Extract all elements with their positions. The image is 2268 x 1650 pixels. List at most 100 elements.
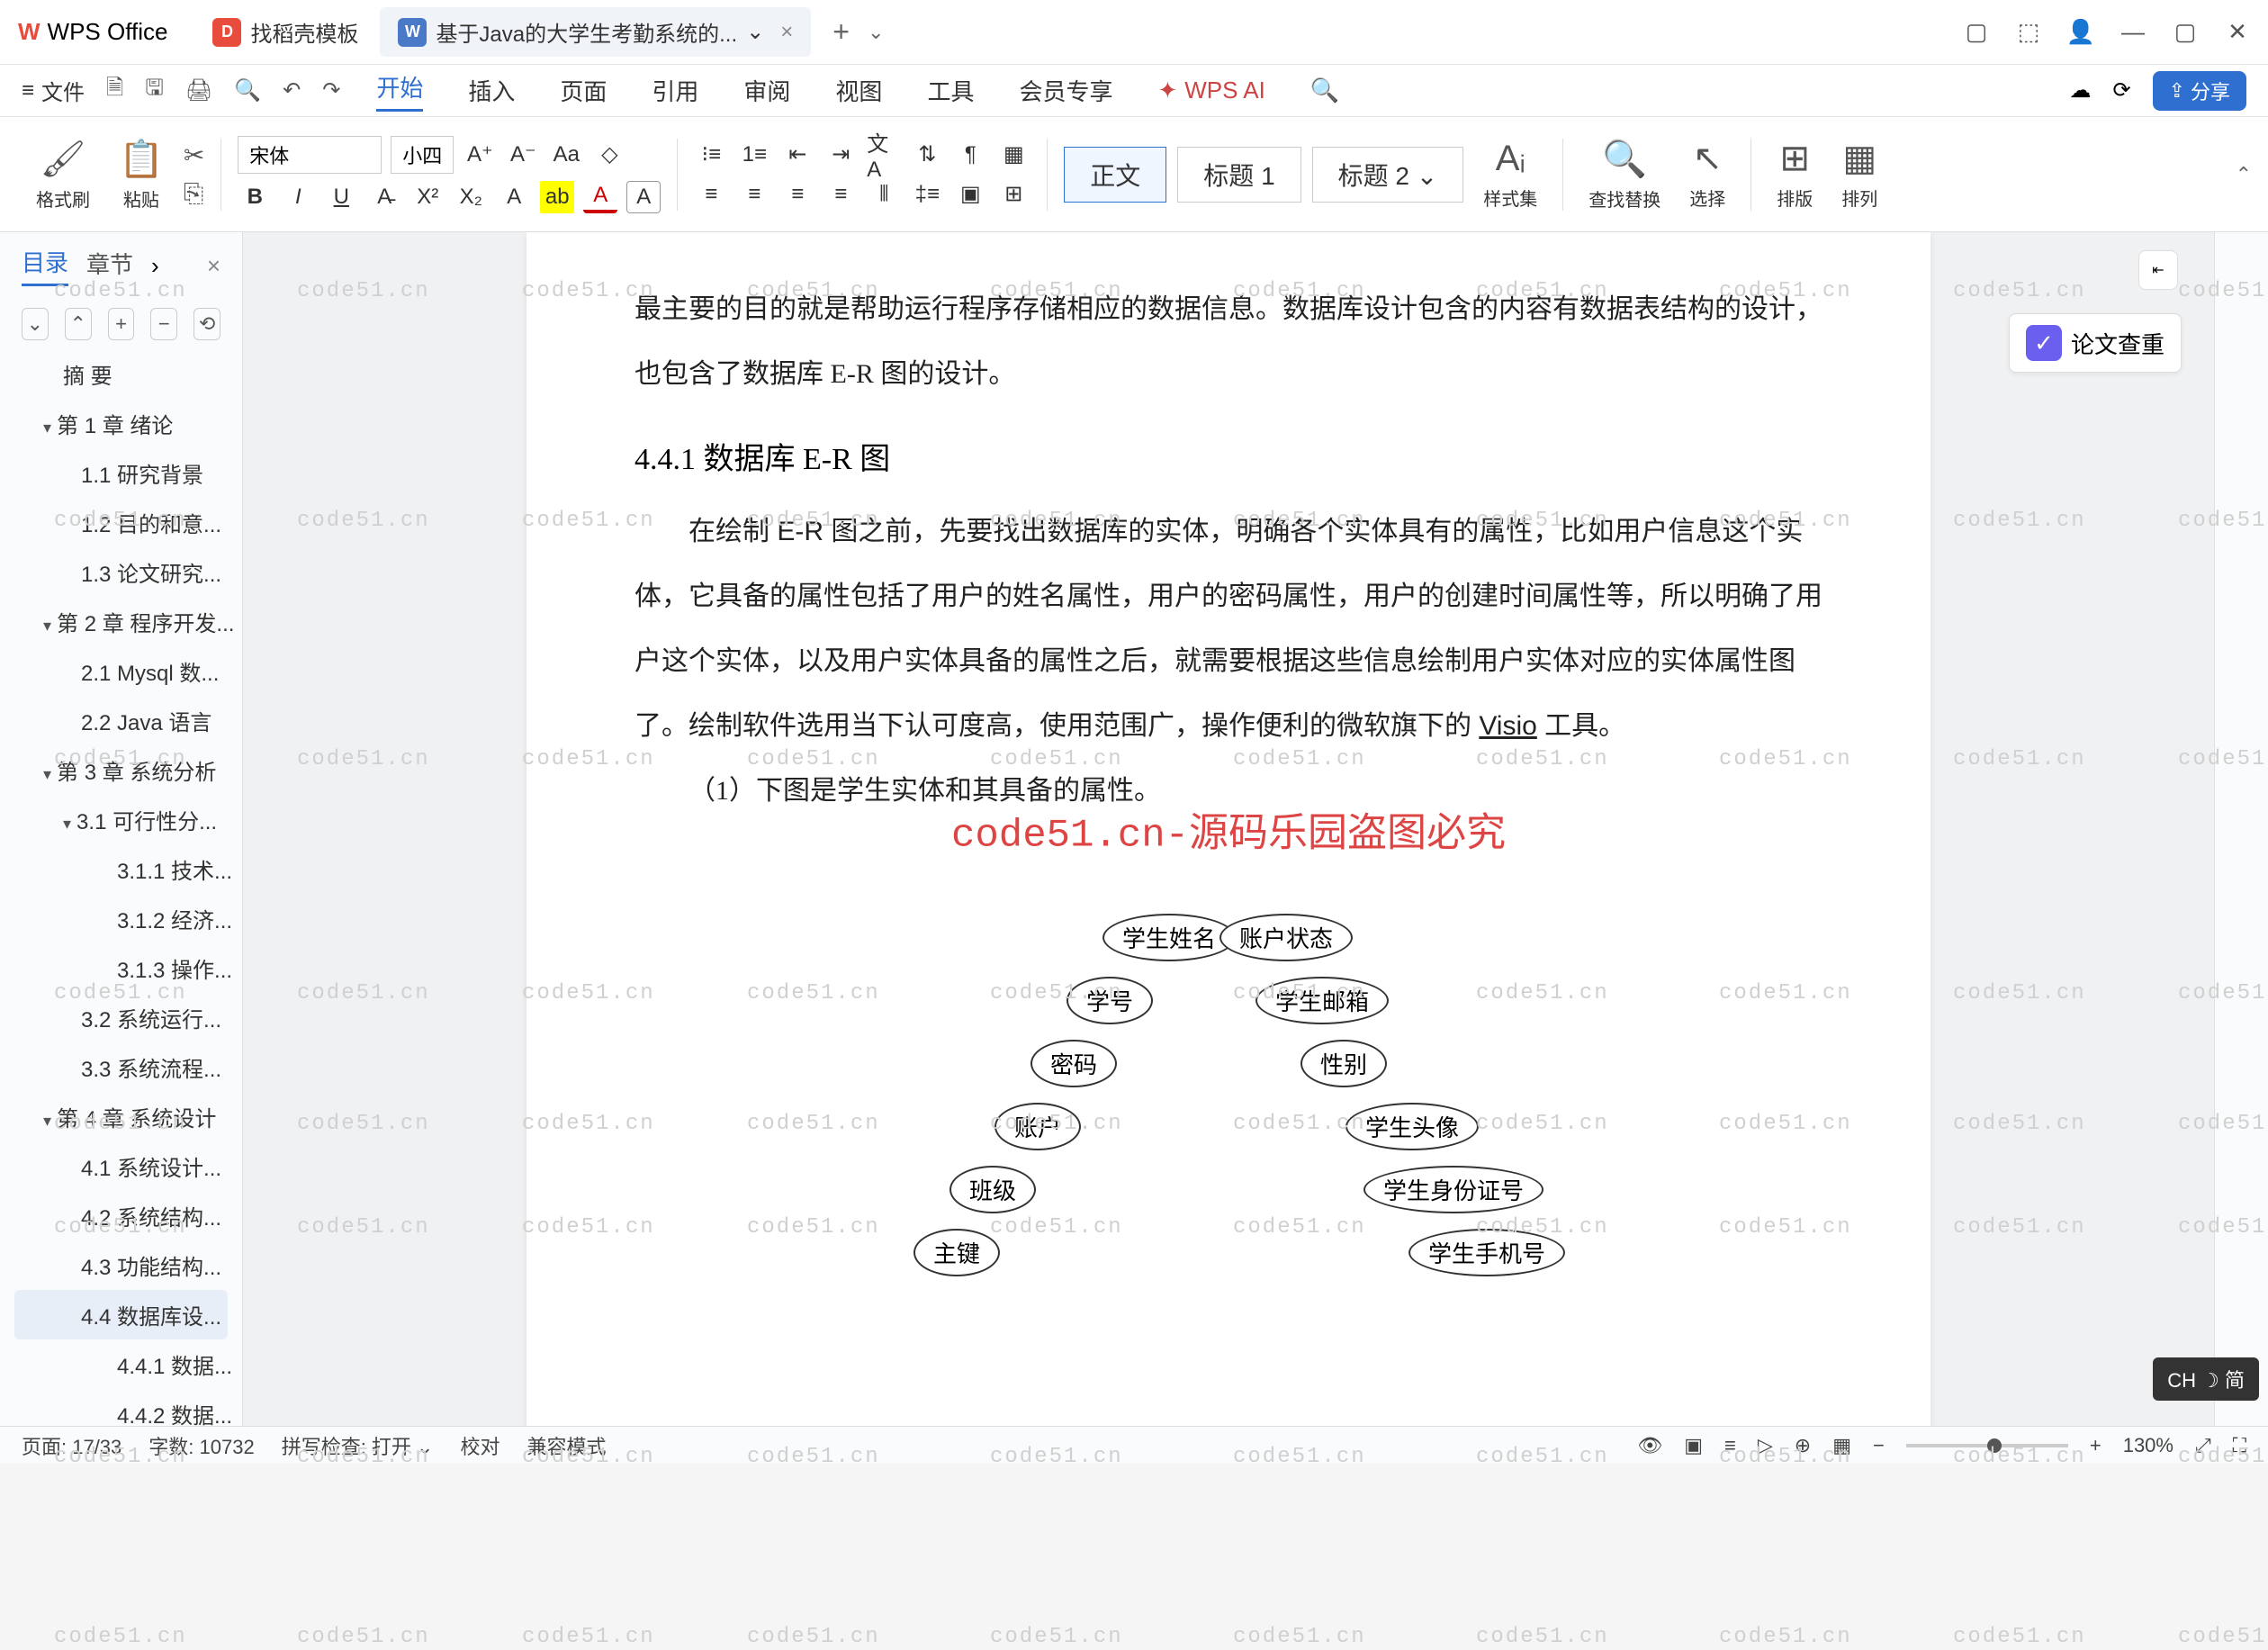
style-normal[interactable]: 正文 (1064, 147, 1166, 203)
shading-icon[interactable]: ▦ (996, 139, 1030, 171)
tabs-icon[interactable]: ⊞ (996, 178, 1030, 211)
outline-item[interactable]: 3.3 系统流程... (0, 1042, 242, 1092)
print-icon[interactable]: 🖨 (185, 77, 212, 104)
print-layout-icon[interactable]: ⊕ (1795, 1434, 1811, 1457)
subscript-button[interactable]: X₂ (454, 181, 488, 213)
eye-icon[interactable]: 👁 (1637, 1434, 1662, 1457)
style-heading2[interactable]: 标题 2 ⌄ (1312, 147, 1464, 203)
add-icon[interactable]: + (108, 308, 135, 340)
compat-mode[interactable]: 兼容模式 (526, 1431, 606, 1460)
reading-view-icon[interactable]: ▷ (1758, 1434, 1773, 1457)
change-case-icon[interactable]: Aa (549, 139, 583, 171)
italic-button[interactable]: I (281, 181, 315, 213)
proof-button[interactable]: 校对 (460, 1431, 500, 1460)
align-left-icon[interactable]: ≡ (694, 178, 728, 211)
history-icon[interactable]: ⟳ (2112, 77, 2130, 104)
close-window-icon[interactable]: ✕ (2225, 20, 2250, 45)
sort-icon[interactable]: ⇅ (910, 139, 944, 171)
avatar-icon[interactable]: 👤 (2068, 20, 2093, 45)
indent-icon[interactable]: ⇥ (824, 139, 858, 171)
word-count[interactable]: 字数: 10732 (148, 1431, 254, 1460)
font-effect-button[interactable]: A (497, 181, 531, 213)
cloud-icon[interactable]: ☁ (2069, 77, 2091, 104)
outline-item[interactable]: 摘 要 (0, 349, 242, 399)
maximize-icon[interactable]: ▢ (2173, 20, 2198, 45)
bold-button[interactable]: B (238, 181, 272, 213)
outline-item[interactable]: 第 1 章 绪论 (0, 399, 242, 448)
style-heading1[interactable]: 标题 1 (1177, 147, 1300, 203)
dropdown-icon[interactable]: ⌄ (746, 19, 764, 45)
outline-item[interactable]: 3.1.3 操作... (0, 943, 242, 993)
zoom-out-icon[interactable]: − (1873, 1434, 1885, 1457)
menu-member[interactable]: 会员专享 (1019, 74, 1112, 107)
order-button[interactable]: ▦ 排列 (1841, 138, 1877, 211)
menu-home[interactable]: 开始 (376, 70, 423, 112)
fullscreen-icon[interactable]: ⛶ (2233, 1434, 2246, 1457)
font-color-button[interactable]: A (583, 181, 617, 213)
menu-view[interactable]: 视图 (835, 74, 882, 107)
save-icon[interactable]: 🖫 (145, 72, 163, 109)
align-center-icon[interactable]: ≡ (737, 178, 771, 211)
zoom-level[interactable]: 130% (2123, 1434, 2174, 1457)
outdent-icon[interactable]: ⇤ (780, 139, 814, 171)
outline-item[interactable]: 2.2 Java 语言 (0, 696, 242, 745)
box-icon[interactable]: ⬚ (2016, 20, 2041, 45)
outline-item[interactable]: 1.3 论文研究... (0, 547, 242, 597)
menu-page[interactable]: 页面 (560, 74, 607, 107)
select-button[interactable]: ↖ 选择 (1689, 138, 1725, 211)
outline-item[interactable]: 4.3 功能结构... (0, 1240, 242, 1290)
menu-reference[interactable]: 引用 (652, 74, 698, 107)
nav-tab-toc[interactable]: 目录 (22, 245, 68, 286)
align-justify-icon[interactable]: ≡ (824, 178, 858, 211)
web-layout-icon[interactable]: ▦ (1832, 1434, 1851, 1457)
search-icon[interactable]: 🔍 (1310, 77, 1339, 104)
zoom-slider[interactable] (1906, 1444, 2068, 1447)
clear-format-icon[interactable]: ◇ (592, 139, 626, 171)
outline-item[interactable]: 2.1 Mysql 数... (0, 646, 242, 696)
outline-item[interactable]: 第 3 章 系统分析 (0, 745, 242, 795)
add-tab-button[interactable]: + (832, 15, 850, 49)
preview-icon[interactable]: 🔍 (234, 77, 261, 104)
file-menu[interactable]: ≡ 文件 (22, 75, 85, 106)
border-icon[interactable]: ▣ (953, 178, 987, 211)
outline-item[interactable]: 4.2 系统结构... (0, 1191, 242, 1240)
highlight-button[interactable]: ab (540, 181, 574, 213)
collapse-down-icon[interactable]: ⌄ (22, 308, 49, 340)
link-icon[interactable]: ⟲ (194, 308, 220, 340)
window-icon[interactable]: ▢ (1964, 20, 1989, 45)
copy-icon[interactable]: ⎘ (184, 179, 204, 209)
font-size-select[interactable]: 小四 (391, 136, 454, 174)
outline-item[interactable]: 4.4.1 数据... (0, 1339, 242, 1389)
new-icon[interactable]: 🗎 (106, 72, 123, 109)
decrease-font-icon[interactable]: A⁻ (506, 139, 540, 171)
collapse-up-icon[interactable]: ⌃ (65, 308, 92, 340)
paragraph-mark-icon[interactable]: ¶ (953, 139, 987, 171)
outline-item[interactable]: 1.2 目的和意... (0, 498, 242, 547)
minimize-icon[interactable]: — (2120, 20, 2146, 45)
strike-button[interactable]: A̵ (367, 181, 401, 213)
nav-next-icon[interactable]: › (151, 252, 159, 280)
outline-item[interactable]: 3.1.2 经济... (0, 894, 242, 943)
tab-document[interactable]: W 基于Java的大学生考勤系统的... ⌄ × (380, 7, 811, 57)
menu-tools[interactable]: 工具 (927, 74, 974, 107)
arrange-button[interactable]: ⊞ 排版 (1777, 138, 1813, 211)
superscript-button[interactable]: X² (410, 181, 445, 213)
number-list-icon[interactable]: 1≡ (737, 139, 771, 171)
page-indicator[interactable]: 页面: 17/33 (22, 1431, 122, 1460)
tab-menu-icon[interactable]: ⌄ (868, 21, 884, 44)
align-right-icon[interactable]: ≡ (780, 178, 814, 211)
outline-item[interactable]: 第 2 章 程序开发... (0, 597, 242, 646)
share-button[interactable]: ⇪分享 (2153, 71, 2246, 111)
close-icon[interactable]: × (207, 252, 220, 280)
style-set-button[interactable]: Aᵢ 样式集 (1483, 139, 1537, 211)
focus-view-icon[interactable]: ▣ (1684, 1434, 1703, 1457)
undo-icon[interactable]: ↶ (283, 77, 301, 104)
text-direction-icon[interactable]: 文A (867, 139, 901, 171)
document-area[interactable]: 最主要的目的就是帮助运行程序存储相应的数据信息。数据库设计包含的内容有数据表结构… (243, 232, 2214, 1426)
menu-insert[interactable]: 插入 (468, 74, 515, 107)
remove-icon[interactable]: − (150, 308, 177, 340)
outline-item[interactable]: 4.1 系统设计... (0, 1141, 242, 1191)
outline-item[interactable]: 第 4 章 系统设计 (0, 1092, 242, 1141)
outline-item[interactable]: 3.2 系统运行... (0, 993, 242, 1042)
nav-tab-chapters[interactable]: 章节 (86, 247, 133, 285)
